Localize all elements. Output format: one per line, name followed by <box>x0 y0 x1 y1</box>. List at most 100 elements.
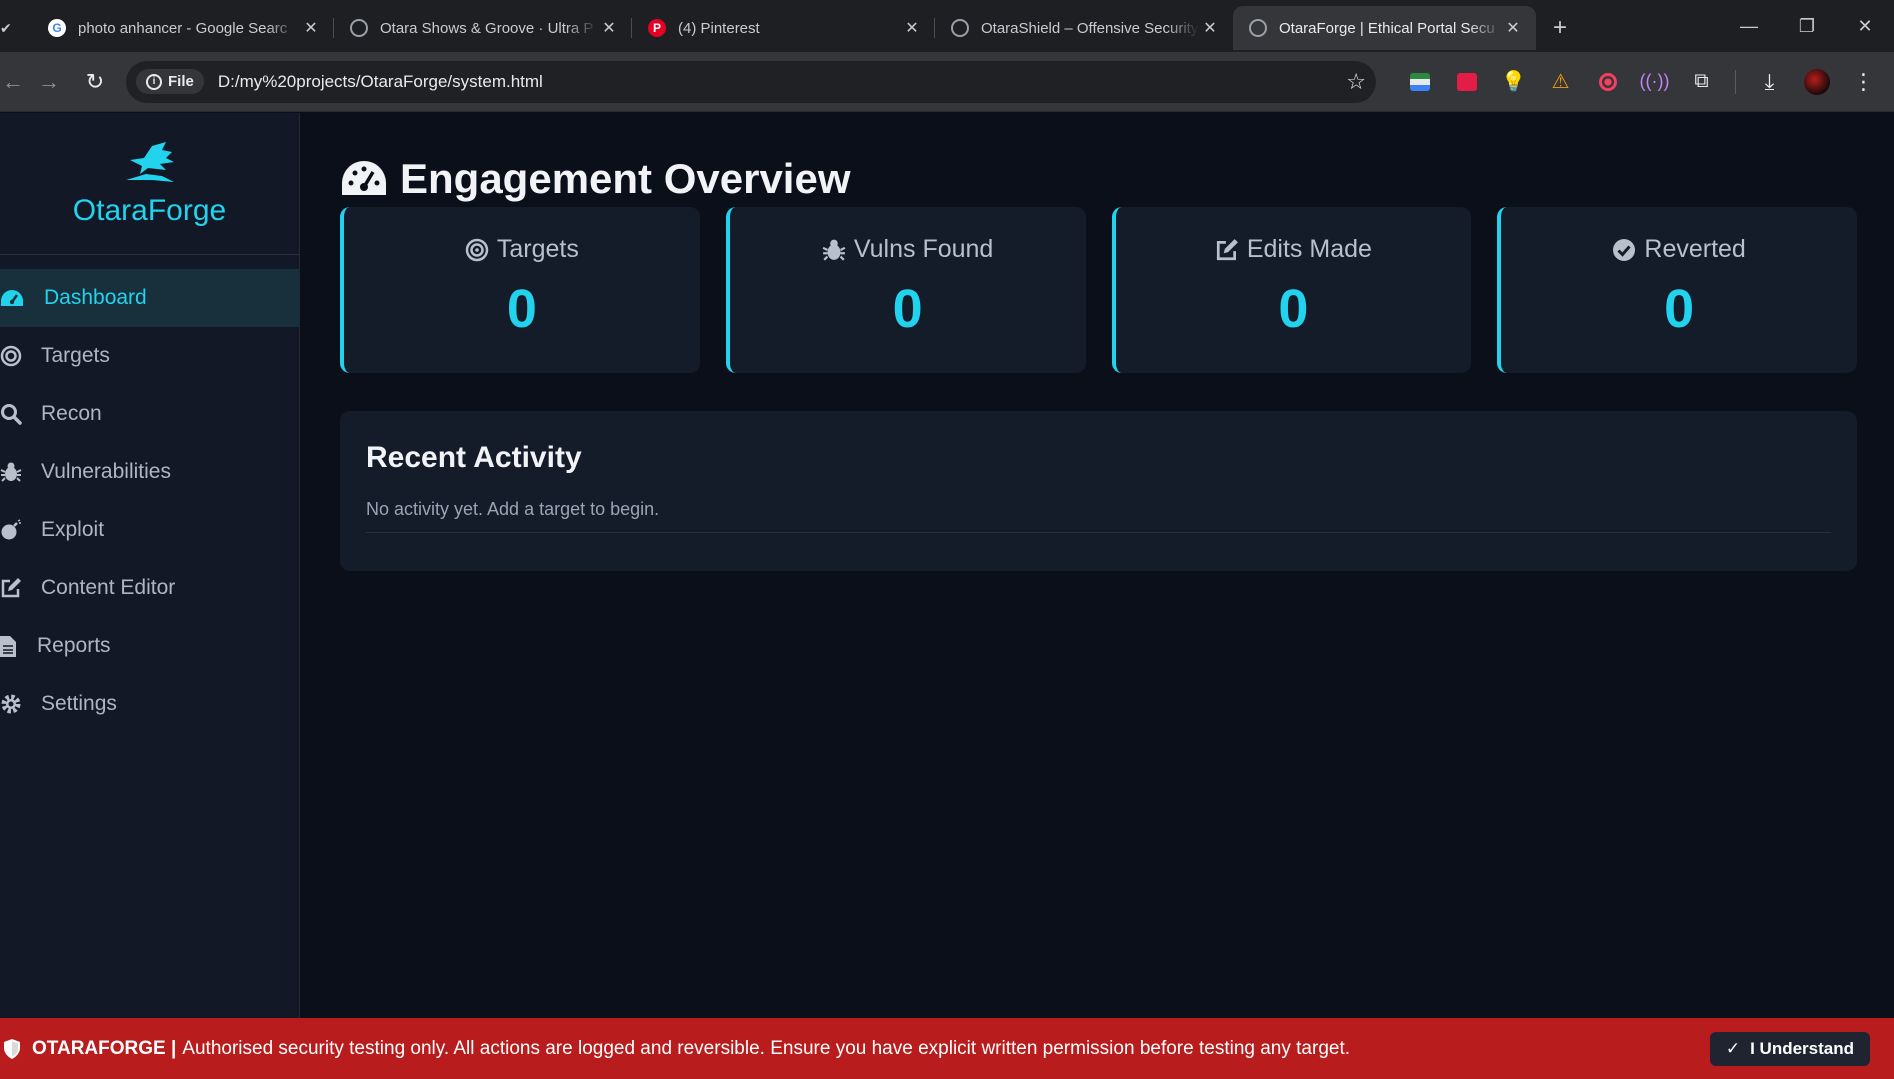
download-icon[interactable]: ⤓ <box>1746 69 1793 95</box>
stat-value: 0 <box>892 279 923 339</box>
stat-value: 0 <box>506 279 537 339</box>
tab-otara-shows[interactable]: Otara Shows & Groove · Ultra P ✕ <box>334 6 632 50</box>
tab-title: photo anhancer - Google Searc <box>78 19 288 37</box>
i-understand-button[interactable]: ✓ I Understand <box>1709 1032 1870 1066</box>
browser-toolbar: ← → ↻ i File D:/my%20projects/OtaraForge… <box>0 52 1894 112</box>
close-icon[interactable]: ✕ <box>1199 18 1221 38</box>
bookmark-star-icon[interactable]: ☆ <box>1346 69 1366 95</box>
sidebar-item-label: Exploit <box>41 518 105 541</box>
sidebar: OtaraForge Dashboard Targets Recon Vulne… <box>0 113 300 1018</box>
tab-pinterest[interactable]: P (4) Pinterest ✕ <box>632 6 935 50</box>
back-icon[interactable]: ← <box>0 69 26 95</box>
globe-icon <box>350 19 368 37</box>
stat-label-text: Reverted <box>1644 235 1746 263</box>
scheme-label: File <box>168 73 194 90</box>
new-tab-button[interactable]: + <box>1540 6 1580 50</box>
sidebar-item-dashboard[interactable]: Dashboard <box>0 269 299 327</box>
stat-label-text: Edits Made <box>1246 235 1372 263</box>
globe-icon <box>1249 19 1267 37</box>
pinterest-icon: P <box>648 19 666 37</box>
main-content: Engagement Overview Targets 0 Vulns Foun… <box>300 113 1894 1018</box>
banner-brand: OTARAFORGE | <box>32 1037 177 1059</box>
url-text[interactable]: D:/my%20projects/OtaraForge/system.html <box>218 72 1346 92</box>
close-icon[interactable]: ✕ <box>598 18 620 38</box>
sidebar-item-vulnerabilities[interactable]: Vulnerabilities <box>0 443 299 501</box>
tab-otarashield[interactable]: OtaraShield – Offensive Security ✕ <box>935 6 1233 50</box>
sidebar-nav: Dashboard Targets Recon Vulnerabilities <box>0 269 299 733</box>
page-title-text: Engagement Overview <box>400 155 851 202</box>
recent-activity-panel: Recent Activity No activity yet. Add a t… <box>340 411 1857 571</box>
browser-tab-strip: ✔ G photo anhancer - Google Searc ✕ Otar… <box>0 0 1894 52</box>
stat-value: 0 <box>1278 279 1309 339</box>
close-icon[interactable]: ✕ <box>1502 18 1524 38</box>
sidebar-item-label: Vulnerabilities <box>41 460 171 483</box>
edit-icon <box>0 577 41 599</box>
sidebar-item-label: Reports <box>37 634 111 657</box>
tab-otaraforge[interactable]: OtaraForge | Ethical Portal Secu ✕ <box>1233 6 1536 50</box>
extensions-puzzle-icon[interactable]: ⧉ <box>1678 70 1725 93</box>
extension-cone-icon[interactable]: ⚠ <box>1537 69 1584 94</box>
window-controls: — ❐ ✕ <box>1720 0 1894 52</box>
recent-activity-empty-message: No activity yet. Add a target to begin. <box>366 499 1831 533</box>
reload-icon[interactable]: ↻ <box>72 69 118 95</box>
stat-label: Targets <box>465 235 579 264</box>
google-icon: G <box>48 19 66 37</box>
sidebar-item-settings[interactable]: Settings <box>0 675 299 733</box>
stat-label: Reverted <box>1612 235 1746 264</box>
sidebar-item-recon[interactable]: Recon <box>0 385 299 443</box>
tab-title: Otara Shows & Groove · Ultra P <box>380 19 594 37</box>
gauge-icon <box>0 288 44 308</box>
recent-activity-title: Recent Activity <box>366 441 582 474</box>
stats-row: Targets 0 Vulns Found 0 Edits Made 0 Rev… <box>340 207 1857 373</box>
sidebar-item-targets[interactable]: Targets <box>0 327 299 385</box>
stat-value: 0 <box>1664 279 1695 339</box>
stat-card-reverted: Reverted 0 <box>1497 207 1857 373</box>
sidebar-item-label: Settings <box>41 692 117 715</box>
extension-flag-icon[interactable] <box>1396 72 1443 91</box>
restore-icon[interactable]: ❐ <box>1778 0 1836 52</box>
stat-card-edits: Edits Made 0 <box>1111 207 1472 373</box>
extension-wave-icon[interactable]: ((·)) <box>1631 71 1678 92</box>
bug-icon <box>0 461 41 483</box>
site-info-chip[interactable]: i File <box>136 69 204 94</box>
minimize-icon[interactable]: — <box>1720 0 1778 52</box>
forward-icon[interactable]: → <box>26 69 72 95</box>
stat-label-text: Vulns Found <box>853 235 994 263</box>
tab-title: OtaraForge | Ethical Portal Secu <box>1279 19 1495 37</box>
bomb-icon <box>0 519 41 541</box>
gear-icon <box>0 693 41 715</box>
dragon-logo-icon <box>125 141 174 182</box>
tab-google-search[interactable]: G photo anhancer - Google Searc ✕ <box>32 6 334 50</box>
close-icon[interactable]: ✕ <box>901 18 923 38</box>
page-title: Engagement Overview <box>340 155 851 203</box>
close-icon[interactable]: ✕ <box>300 18 322 38</box>
sidebar-item-label: Dashboard <box>44 286 147 309</box>
sidebar-item-label: Recon <box>41 402 102 425</box>
tab-title: OtaraShield – Offensive Security <box>981 19 1199 37</box>
window-close-icon[interactable]: ✕ <box>1836 0 1894 52</box>
globe-icon <box>951 19 969 37</box>
edit-icon <box>1216 238 1238 260</box>
banner-message: Authorised security testing only. All ac… <box>182 1037 1351 1059</box>
search-icon <box>0 403 41 425</box>
browser-menu-icon[interactable]: ⋮ <box>1840 69 1887 95</box>
profile-avatar[interactable] <box>1793 68 1840 95</box>
shield-icon <box>4 1038 20 1059</box>
address-bar[interactable]: i File D:/my%20projects/OtaraForge/syste… <box>126 60 1376 103</box>
brand: OtaraForge <box>0 113 299 255</box>
extension-bulb-icon[interactable]: 💡 <box>1490 69 1537 94</box>
toolbar-divider <box>1735 69 1736 94</box>
sidebar-item-label: Content Editor <box>41 576 176 599</box>
sidebar-item-label: Targets <box>41 344 110 367</box>
sidebar-item-exploit[interactable]: Exploit <box>0 501 299 559</box>
tab-search-icon[interactable]: ✔ <box>0 20 12 37</box>
sidebar-item-reports[interactable]: Reports <box>0 617 299 675</box>
sidebar-item-content-editor[interactable]: Content Editor <box>0 559 299 617</box>
file-icon <box>0 635 37 657</box>
legal-banner: OTARAFORGE | Authorised security testing… <box>0 1018 1894 1079</box>
tab-title: (4) Pinterest <box>678 19 760 37</box>
i-understand-label: I Understand <box>1750 1039 1854 1058</box>
extension-red-icon[interactable] <box>1443 72 1490 91</box>
check-circle-icon <box>1613 238 1636 261</box>
extension-record-icon[interactable] <box>1584 72 1631 91</box>
